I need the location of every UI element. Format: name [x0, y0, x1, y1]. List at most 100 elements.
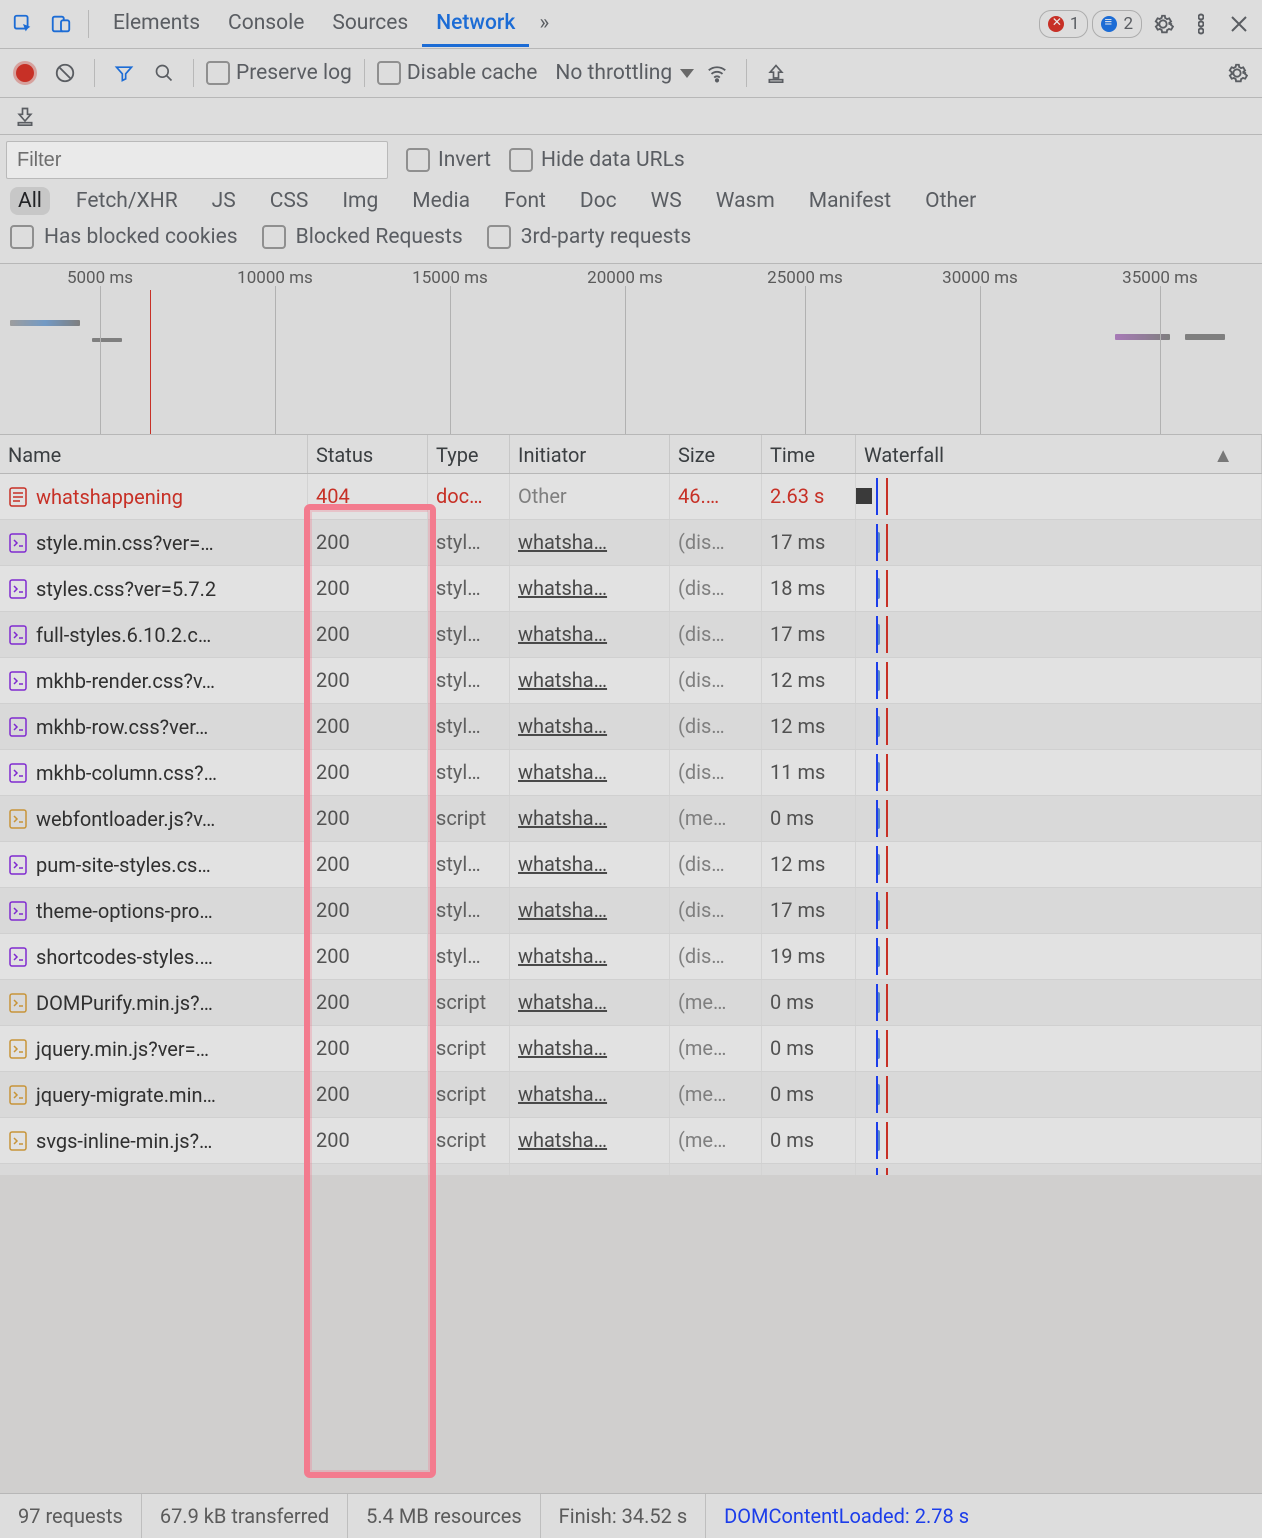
cell-initiator[interactable]: whatsha… — [510, 704, 670, 749]
timeline-overview[interactable]: 5000 ms10000 ms15000 ms20000 ms25000 ms3… — [0, 264, 1262, 435]
download-icon[interactable] — [8, 99, 42, 133]
preserve-log-checkbox[interactable] — [206, 61, 230, 85]
cell-initiator[interactable]: whatsha… — [510, 1164, 670, 1175]
file-icon — [8, 1039, 28, 1059]
table-row[interactable]: jquery.min.js?ver=… 200 script whatsha… … — [0, 1026, 1262, 1072]
cell-initiator[interactable]: whatsha… — [510, 1118, 670, 1163]
cell-waterfall — [856, 888, 1262, 933]
col-initiator[interactable]: Initiator — [510, 435, 670, 473]
file-name: styles.css?ver=5.7.2 — [36, 577, 216, 601]
table-row[interactable]: DOMPurify.min.js?… 200 script whatsha… (… — [0, 980, 1262, 1026]
third-party-checkbox[interactable] — [487, 225, 511, 249]
cell-waterfall — [856, 980, 1262, 1025]
cell-initiator[interactable]: whatsha… — [510, 612, 670, 657]
col-name[interactable]: Name — [0, 435, 308, 473]
cell-initiator[interactable]: whatsha… — [510, 796, 670, 841]
cell-type: svg… — [428, 1164, 510, 1175]
cell-initiator[interactable]: whatsha… — [510, 566, 670, 611]
table-row[interactable]: svgs-inline-min.js?… 200 script whatsha…… — [0, 1118, 1262, 1164]
clear-icon[interactable] — [48, 56, 82, 90]
col-status[interactable]: Status — [308, 435, 428, 473]
has-blocked-cookies-checkbox[interactable] — [10, 225, 34, 249]
table-row[interactable]: mkhb-row.css?ver… 200 styl… whatsha… (di… — [0, 704, 1262, 750]
chip-doc[interactable]: Doc — [572, 187, 625, 215]
upload-icon[interactable] — [759, 56, 793, 90]
chip-font[interactable]: Font — [496, 187, 554, 215]
tab-elements[interactable]: Elements — [99, 1, 214, 47]
table-row[interactable]: styles.css?ver=5.7.2 200 styl… whatsha… … — [0, 566, 1262, 612]
inspect-icon[interactable] — [6, 7, 40, 41]
cell-waterfall — [856, 842, 1262, 887]
more-icon[interactable] — [1184, 7, 1218, 41]
chip-media[interactable]: Media — [404, 187, 478, 215]
chip-css[interactable]: CSS — [262, 187, 317, 215]
file-name: webfontloader.js?v… — [36, 807, 215, 831]
cell-initiator[interactable]: whatsha… — [510, 750, 670, 795]
cell-initiator[interactable]: whatsha… — [510, 1072, 670, 1117]
table-row[interactable]: full-styles.6.10.2.c… 200 styl… whatsha…… — [0, 612, 1262, 658]
filter-icon[interactable] — [107, 56, 141, 90]
cell-size: (dis… — [670, 934, 762, 979]
table-row[interactable]: theme-options-pro… 200 styl… whatsha… (d… — [0, 888, 1262, 934]
filter-input[interactable] — [6, 141, 388, 179]
table-row[interactable]: mkhb-column.css?… 200 styl… whatsha… (di… — [0, 750, 1262, 796]
tab-sources[interactable]: Sources — [318, 1, 422, 47]
throttling-select[interactable]: No throttling — [555, 61, 694, 85]
cell-initiator[interactable]: whatsha… — [510, 520, 670, 565]
tabs-overflow[interactable]: » — [533, 1, 555, 48]
file-icon — [8, 1085, 28, 1105]
cell-initiator[interactable]: whatsha… — [510, 658, 670, 703]
cell-initiator[interactable]: whatsha… — [510, 842, 670, 887]
file-icon — [8, 671, 28, 691]
cell-initiator[interactable]: whatsha… — [510, 888, 670, 933]
hide-data-urls-checkbox[interactable] — [509, 148, 533, 172]
settings-icon[interactable] — [1146, 7, 1180, 41]
disable-cache-checkbox[interactable] — [377, 61, 401, 85]
cell-waterfall — [856, 1072, 1262, 1117]
table-row[interactable]: webfontloader.js?v… 200 script whatsha… … — [0, 796, 1262, 842]
tab-network[interactable]: Network — [422, 1, 529, 47]
error-count-pill[interactable]: ✕1 — [1039, 10, 1089, 38]
chip-other[interactable]: Other — [917, 187, 984, 215]
chip-fetchxhr[interactable]: Fetch/XHR — [68, 187, 186, 215]
table-row[interactable]: logo_upflex.svg 200 svg… whatsha… (me… 0… — [0, 1164, 1262, 1175]
cell-initiator[interactable]: Other — [510, 474, 670, 519]
cell-size: (me… — [670, 1026, 762, 1071]
search-icon[interactable] — [147, 56, 181, 90]
col-time[interactable]: Time — [762, 435, 856, 473]
cell-initiator[interactable]: whatsha… — [510, 1026, 670, 1071]
chip-wasm[interactable]: Wasm — [708, 187, 783, 215]
col-waterfall[interactable]: Waterfall▲ — [856, 435, 1262, 473]
chip-all[interactable]: All — [10, 187, 50, 215]
tick: 15000 ms — [412, 268, 488, 288]
table-row[interactable]: style.min.css?ver=… 200 styl… whatsha… (… — [0, 520, 1262, 566]
message-count-pill[interactable]: ≡2 — [1092, 10, 1142, 38]
table-row[interactable]: mkhb-render.css?v… 200 styl… whatsha… (d… — [0, 658, 1262, 704]
record-button[interactable] — [8, 56, 42, 90]
close-icon[interactable] — [1222, 7, 1256, 41]
file-icon — [8, 993, 28, 1013]
table-row[interactable]: jquery-migrate.min… 200 script whatsha… … — [0, 1072, 1262, 1118]
invert-checkbox[interactable] — [406, 148, 430, 172]
chip-img[interactable]: Img — [334, 187, 386, 215]
table-row[interactable]: whatshappening 404 doc… Other 46.… 2.63 … — [0, 474, 1262, 520]
col-size[interactable]: Size — [670, 435, 762, 473]
cell-type: styl… — [428, 612, 510, 657]
cell-initiator[interactable]: whatsha… — [510, 934, 670, 979]
sort-icon: ▲ — [1213, 443, 1233, 465]
chip-ws[interactable]: WS — [643, 187, 690, 215]
chip-js[interactable]: JS — [204, 187, 244, 215]
blocked-requests-checkbox[interactable] — [262, 225, 286, 249]
col-type[interactable]: Type — [428, 435, 510, 473]
cell-time: 12 ms — [762, 842, 856, 887]
cell-initiator[interactable]: whatsha… — [510, 980, 670, 1025]
tab-console[interactable]: Console — [214, 1, 318, 47]
requests-count: 97 requests — [0, 1494, 142, 1538]
table-row[interactable]: pum-site-styles.cs… 200 styl… whatsha… (… — [0, 842, 1262, 888]
cell-type: styl… — [428, 888, 510, 933]
device-toggle-icon[interactable] — [44, 7, 78, 41]
network-conditions-icon[interactable] — [700, 56, 734, 90]
table-row[interactable]: shortcodes-styles.… 200 styl… whatsha… (… — [0, 934, 1262, 980]
chip-manifest[interactable]: Manifest — [801, 187, 899, 215]
network-settings-icon[interactable] — [1220, 56, 1254, 90]
